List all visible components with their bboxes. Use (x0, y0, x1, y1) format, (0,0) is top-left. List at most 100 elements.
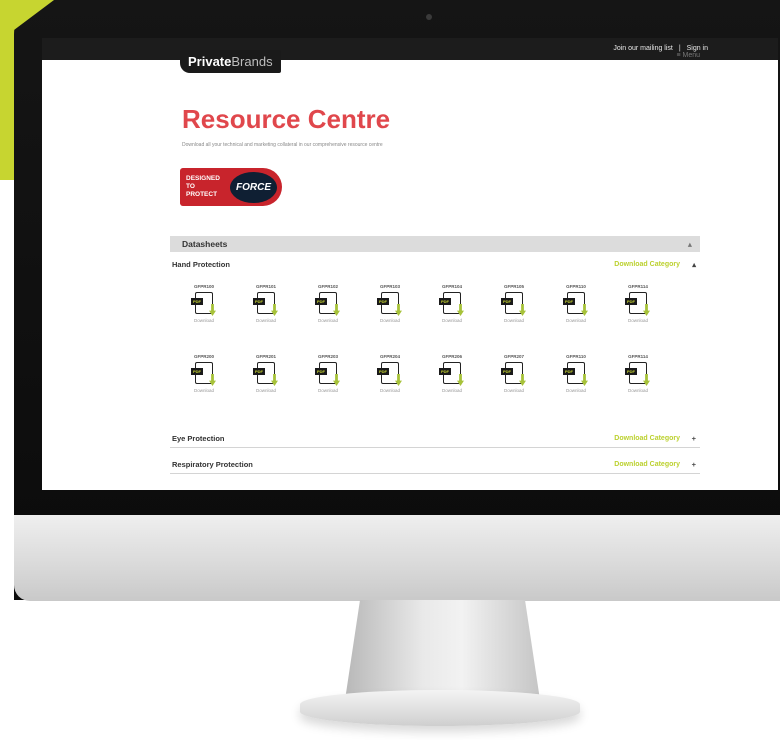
sign-in-link[interactable]: Sign in (687, 45, 708, 52)
download-arrow-icon (271, 374, 278, 386)
download-link[interactable]: Download (488, 318, 540, 323)
collapse-icon[interactable]: ▴ (692, 256, 696, 274)
category-row-respiratory[interactable]: Respiratory Protection Download Category… (170, 456, 700, 474)
datasheet-code: GFPR103 (379, 284, 400, 289)
datasheet-item[interactable]: GFPR114 PDF Download (612, 284, 664, 323)
datasheet-code: GFPR102 (317, 284, 338, 289)
download-link[interactable]: Download (612, 318, 664, 323)
pdf-download-icon[interactable]: PDF (253, 362, 278, 386)
download-arrow-icon (209, 304, 216, 316)
pdf-download-icon[interactable]: PDF (625, 292, 650, 316)
download-link[interactable]: Download (550, 318, 602, 323)
datasheet-item[interactable]: GFPR100 PDF Download (178, 284, 230, 323)
download-link[interactable]: Download (550, 388, 602, 393)
pdf-download-icon[interactable]: PDF (563, 362, 588, 386)
pdf-download-icon[interactable]: PDF (315, 292, 340, 316)
download-link[interactable]: Download (426, 388, 478, 393)
datasheet-item[interactable]: GFPR201 PDF Download (240, 354, 292, 393)
menu-button[interactable]: ≡ Menu (676, 52, 700, 59)
monitor-screen: Join our mailing list | Sign in PrivateB… (42, 38, 778, 490)
pdf-tag: PDF (439, 298, 451, 305)
pdf-tag: PDF (563, 368, 575, 375)
pdf-tag: PDF (315, 368, 327, 375)
mailing-list-link[interactable]: Join our mailing list (613, 45, 673, 52)
pdf-download-icon[interactable]: PDF (191, 292, 216, 316)
datasheet-code: GFPR110 (566, 354, 586, 359)
pdf-download-icon[interactable]: PDF (315, 362, 340, 386)
pdf-tag: PDF (377, 368, 389, 375)
datasheets-section-header[interactable]: Datasheets ▴ (170, 236, 700, 252)
pdf-tag: PDF (191, 368, 203, 375)
pdf-download-icon[interactable]: PDF (625, 362, 650, 386)
pdf-tag: PDF (501, 368, 513, 375)
datasheet-item[interactable]: GFPR102 PDF Download (302, 284, 354, 323)
datasheet-item[interactable]: GFPR204 PDF Download (364, 354, 416, 393)
download-arrow-icon (581, 374, 588, 386)
datasheet-item[interactable]: GFPR101 PDF Download (240, 284, 292, 323)
datasheet-code: GFPR204 (379, 354, 400, 359)
download-arrow-icon (209, 374, 216, 386)
expand-icon[interactable]: + (692, 456, 696, 474)
download-arrow-icon (643, 304, 650, 316)
download-category-link[interactable]: Download Category (614, 430, 680, 448)
datasheet-item[interactable]: GFPR203 PDF Download (302, 354, 354, 393)
datasheet-code: GFPR114 (628, 284, 648, 289)
datasheet-item[interactable]: GFPR105 PDF Download (488, 284, 540, 323)
datasheet-item[interactable]: GFPR200 PDF Download (178, 354, 230, 393)
expand-icon[interactable]: + (692, 430, 696, 448)
pdf-download-icon[interactable]: PDF (377, 292, 402, 316)
pdf-download-icon[interactable]: PDF (191, 362, 216, 386)
download-category-link[interactable]: Download Category (614, 256, 680, 274)
download-link[interactable]: Download (364, 318, 416, 323)
datasheet-code: GFPR104 (441, 284, 462, 289)
topbar-separator: | (678, 45, 681, 52)
download-arrow-icon (519, 304, 526, 316)
pdf-tag: PDF (563, 298, 575, 305)
download-link[interactable]: Download (488, 388, 540, 393)
datasheet-item[interactable]: GFPR104 PDF Download (426, 284, 478, 323)
force-logo: FORCE (230, 171, 277, 203)
private-brands-logo[interactable]: PrivateBrands (180, 50, 281, 73)
pdf-download-icon[interactable]: PDF (253, 292, 278, 316)
datasheet-item[interactable]: GFPR206 PDF Download (426, 354, 478, 393)
datasheet-item[interactable]: GFPR207 PDF Download (488, 354, 540, 393)
pdf-tag: PDF (253, 298, 265, 305)
camera-icon (426, 14, 432, 20)
datasheet-code: GFPR110 (566, 284, 586, 289)
download-link[interactable]: Download (178, 388, 230, 393)
pdf-download-icon[interactable]: PDF (377, 362, 402, 386)
download-link[interactable]: Download (240, 318, 292, 323)
download-link[interactable]: Download (426, 318, 478, 323)
download-category-link[interactable]: Download Category (614, 456, 680, 474)
download-link[interactable]: Download (364, 388, 416, 393)
pdf-download-icon[interactable]: PDF (501, 362, 526, 386)
top-bar: Join our mailing list | Sign in (42, 38, 778, 60)
pdf-download-icon[interactable]: PDF (439, 292, 464, 316)
datasheet-code: GFPR200 (193, 354, 214, 359)
datasheet-item[interactable]: GFPR110 PDF Download (550, 284, 602, 323)
collapse-caret-icon[interactable]: ▴ (688, 236, 692, 252)
pdf-download-icon[interactable]: PDF (501, 292, 526, 316)
designed-to-protect-badge: DESIGNED TO PROTECT FORCE (180, 168, 282, 206)
datasheet-item[interactable]: GFPR114 PDF Download (612, 354, 664, 393)
pdf-download-icon[interactable]: PDF (563, 292, 588, 316)
category-row-eye[interactable]: Eye Protection Download Category + (170, 430, 700, 448)
datasheet-code: GFPR100 (193, 284, 214, 289)
download-link[interactable]: Download (240, 388, 292, 393)
download-link[interactable]: Download (612, 388, 664, 393)
datasheet-code: GFPR105 (503, 284, 524, 289)
datasheet-item[interactable]: GFPR103 PDF Download (364, 284, 416, 323)
datasheet-code: GFPR201 (255, 354, 276, 359)
datasheet-item[interactable]: GFPR110 PDF Download (550, 354, 602, 393)
pdf-download-icon[interactable]: PDF (439, 362, 464, 386)
download-arrow-icon (395, 374, 402, 386)
category-row-hand[interactable]: Hand Protection Download Category ▴ (170, 256, 700, 274)
download-link[interactable]: Download (302, 318, 354, 323)
download-arrow-icon (457, 374, 464, 386)
pdf-tag: PDF (439, 368, 451, 375)
pdf-tag: PDF (253, 368, 265, 375)
pdf-tag: PDF (315, 298, 327, 305)
download-link[interactable]: Download (302, 388, 354, 393)
download-link[interactable]: Download (178, 318, 230, 323)
page-title: Resource Centre (182, 104, 391, 134)
